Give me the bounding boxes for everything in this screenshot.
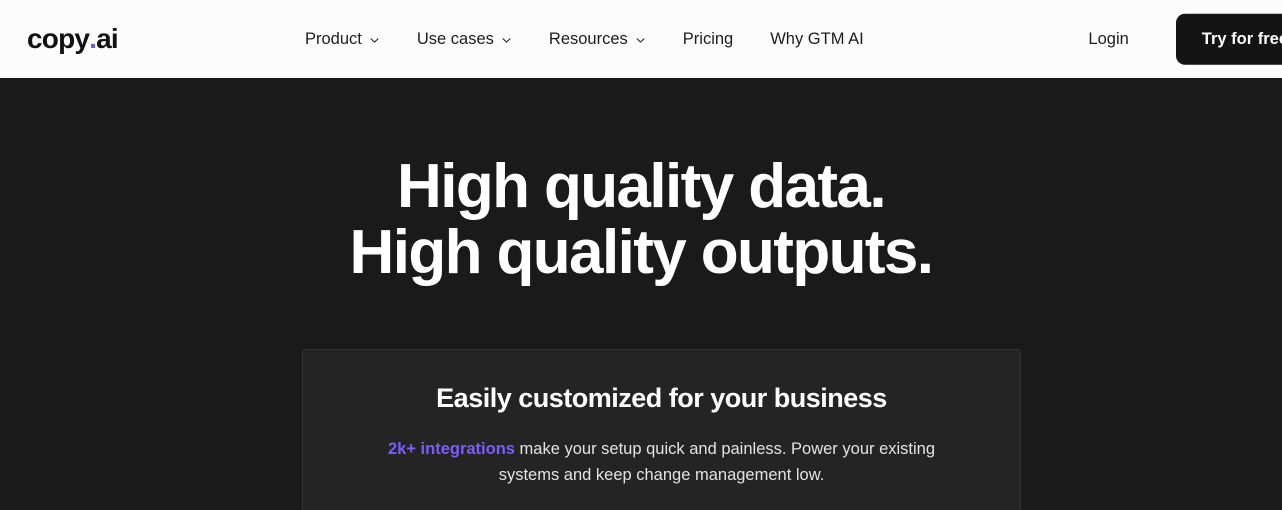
integrations-link[interactable]: 2k+ integrations <box>388 440 515 458</box>
card-description: 2k+ integrations make your setup quick a… <box>362 436 962 488</box>
nav-item-label: Pricing <box>682 29 734 48</box>
login-link[interactable]: Login <box>1088 31 1128 48</box>
card-title: Easily customized for your business <box>436 383 887 413</box>
hero-section: High quality data. High quality outputs.… <box>0 78 1282 510</box>
chevron-down-icon <box>635 35 646 46</box>
nav-item-label: Use cases <box>416 29 494 48</box>
hero-headline: High quality data. High quality outputs. <box>0 152 1282 288</box>
logo-text-ai: ai <box>96 23 119 54</box>
site-header: copy. ai Product Use cases Resources Pri… <box>0 0 1282 78</box>
try-for-free-button[interactable]: Try for free <box>1175 13 1282 65</box>
nav-item-label: Resources <box>548 29 628 48</box>
logo-text-copy: copy <box>27 23 90 54</box>
landing-page: copy. ai Product Use cases Resources Pri… <box>0 0 1282 510</box>
headline-line-1: High quality data. <box>397 152 887 221</box>
site-logo[interactable]: copy. ai <box>27 23 119 54</box>
card-description-text: make your setup quick and painless. Powe… <box>498 440 936 485</box>
customization-card: Easily customized for your business 2k+ … <box>302 349 1021 510</box>
primary-navigation: Product Use cases Resources Pricing Why … <box>305 25 864 54</box>
nav-item-product[interactable]: Product <box>305 25 380 54</box>
nav-item-label: Why GTM AI <box>770 29 864 48</box>
headline-line-2: High quality outputs. <box>349 218 934 288</box>
nav-item-pricing[interactable]: Pricing <box>683 25 733 54</box>
nav-item-why-gtm-ai[interactable]: Why GTM AI <box>770 25 864 54</box>
chevron-down-icon <box>369 35 380 46</box>
chevron-down-icon <box>501 35 512 46</box>
nav-item-use-cases[interactable]: Use cases <box>417 25 512 54</box>
nav-item-label: Product <box>305 29 362 48</box>
logo-dot: . <box>89 23 97 54</box>
nav-item-resources[interactable]: Resources <box>549 25 646 54</box>
header-actions: Login Try for free <box>1088 13 1282 65</box>
